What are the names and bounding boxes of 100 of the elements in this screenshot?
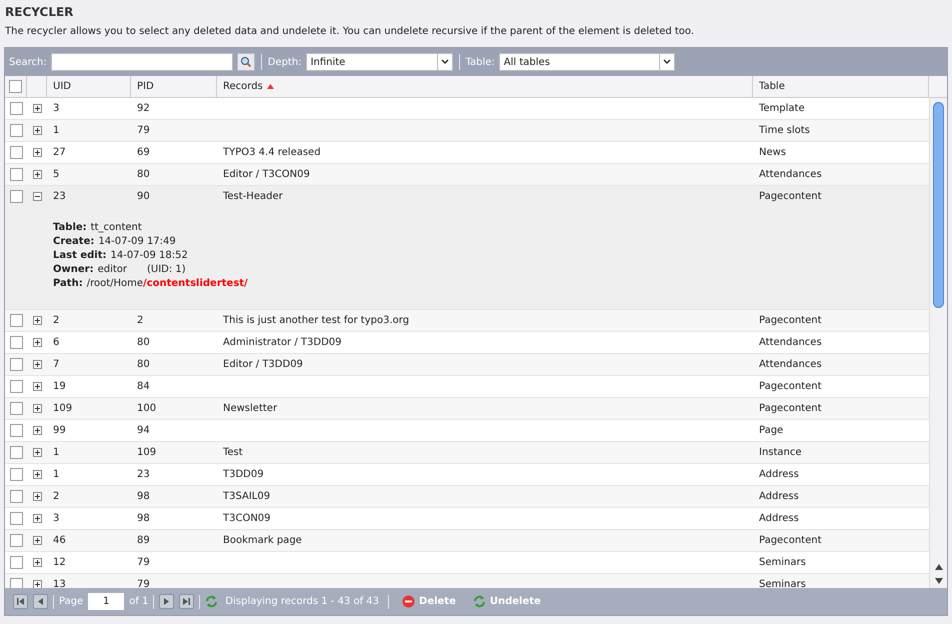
row-checkbox[interactable] xyxy=(9,80,22,93)
expand-icon[interactable] xyxy=(32,360,42,369)
expand-icon[interactable] xyxy=(32,382,42,391)
row-checkbox[interactable] xyxy=(10,578,22,588)
row-checkbox[interactable] xyxy=(10,424,22,437)
search-field[interactable] xyxy=(50,53,233,71)
table-row[interactable]: 46 89 Bookmark page Pagecontent xyxy=(5,530,929,552)
table-row[interactable]: 2 98 T3SAIL09 Address xyxy=(5,486,929,508)
chevron-down-icon xyxy=(440,59,449,65)
row-checkbox[interactable] xyxy=(10,490,22,503)
pid-cell: 79 xyxy=(137,125,150,136)
row-checkbox[interactable] xyxy=(10,380,22,393)
expand-icon[interactable] xyxy=(32,470,42,479)
expand-icon[interactable] xyxy=(32,514,42,523)
triangle-right-icon xyxy=(162,597,172,606)
expand-icon[interactable] xyxy=(32,448,42,457)
column-header[interactable]: PID xyxy=(131,76,217,97)
pid-cell: 23 xyxy=(137,469,150,480)
expand-icon[interactable] xyxy=(32,104,42,113)
next-page-button[interactable] xyxy=(159,594,174,609)
scroll-down-icon[interactable] xyxy=(934,578,942,584)
expand-icon[interactable] xyxy=(32,492,42,501)
chevron-down-icon xyxy=(662,59,671,65)
row-checkbox[interactable] xyxy=(10,358,22,371)
page-count: of 1 xyxy=(129,595,148,609)
path-highlight: /contentslidertest/ xyxy=(143,277,248,291)
table-cell: Pagecontent xyxy=(759,403,822,414)
uid-cell: 7 xyxy=(53,359,60,370)
collapse-icon[interactable] xyxy=(32,192,42,201)
expand-icon[interactable] xyxy=(32,148,42,157)
expand-icon[interactable] xyxy=(32,580,42,588)
row-checkbox[interactable] xyxy=(10,146,22,159)
expand-icon[interactable] xyxy=(32,316,42,325)
row-checkbox[interactable] xyxy=(10,534,22,547)
table-row[interactable]: 5 80 Editor / T3CON09 Attendances xyxy=(5,164,929,186)
table-dropdown[interactable]: All tables xyxy=(498,53,675,71)
table-row[interactable]: 23 90 Test-Header Pagecontent Table: tt_content Create: 14-07-09 17:49 Last edit: 14-07-09 18:52 Owner: editor (UID: 1) Path: /root/Home/contentslidertest/ xyxy=(5,186,929,310)
scrollbar-thumb[interactable] xyxy=(933,102,944,308)
expand-icon[interactable] xyxy=(32,338,42,347)
page-title: RECYCLER xyxy=(5,5,74,19)
detail-note: (UID: 1) xyxy=(147,263,186,277)
detail-value: 14-07-09 17:49 xyxy=(98,235,176,249)
scroll-up-icon[interactable] xyxy=(934,564,942,570)
search-button[interactable] xyxy=(236,53,255,71)
row-checkbox[interactable] xyxy=(10,446,22,459)
uid-cell: 5 xyxy=(53,169,60,180)
pid-cell: 2 xyxy=(137,315,144,326)
row-checkbox[interactable] xyxy=(10,124,22,137)
table-row[interactable]: 7 80 Editor / T3DD09 Attendances xyxy=(5,354,929,376)
row-checkbox[interactable] xyxy=(10,512,22,525)
expand-icon[interactable] xyxy=(32,558,42,567)
column-header[interactable]: Records xyxy=(217,76,753,97)
row-checkbox[interactable] xyxy=(10,102,22,115)
table-cell: Pagecontent xyxy=(759,381,822,392)
first-page-button[interactable] xyxy=(13,594,28,609)
table-cell: News xyxy=(759,147,786,158)
detail-value: 14-07-09 18:52 xyxy=(110,249,188,263)
record-cell: Newsletter xyxy=(223,403,278,414)
column-header[interactable]: UID xyxy=(47,76,131,97)
row-checkbox[interactable] xyxy=(10,402,22,415)
record-cell: T3DD09 xyxy=(223,469,264,480)
table-row[interactable]: 1 109 Test Instance xyxy=(5,442,929,464)
description-text: The recycler allows you to select any deleted data and undelete it. You can undelete recursive if the parent of the element is deleted too. xyxy=(5,25,696,39)
table-row[interactable]: 1 79 Time slots xyxy=(5,120,929,142)
table-row[interactable]: 2 2 This is just another test for typo3.org Pagecontent xyxy=(5,310,929,332)
row-checkbox[interactable] xyxy=(10,168,22,181)
pid-cell: 79 xyxy=(137,557,150,568)
record-cell: Editor / T3DD09 xyxy=(223,359,303,370)
pid-cell: 69 xyxy=(137,147,150,158)
detail-value: tt_content xyxy=(90,221,142,235)
row-checkbox[interactable] xyxy=(10,336,22,349)
table-cell: Instance xyxy=(759,447,802,458)
record-cell: Test-Header xyxy=(223,191,283,202)
expand-icon[interactable] xyxy=(32,126,42,135)
row-checkbox[interactable] xyxy=(10,314,22,327)
uid-cell: 13 xyxy=(53,579,66,588)
record-cell: Editor / T3CON09 xyxy=(223,169,310,180)
record-cell: This is just another test for typo3.org xyxy=(223,315,410,326)
expand-icon[interactable] xyxy=(32,536,42,545)
last-page-button[interactable] xyxy=(179,594,194,609)
row-checkbox[interactable] xyxy=(10,468,22,481)
row-checkbox[interactable] xyxy=(10,190,22,203)
table-row[interactable]: 13 79 Seminars xyxy=(5,574,929,588)
table-cell: Attendances xyxy=(759,359,822,370)
page-input[interactable]: 1 xyxy=(88,593,124,610)
detail-label: Table: xyxy=(53,221,87,235)
expand-icon[interactable] xyxy=(32,426,42,435)
depth-label: Depth: xyxy=(268,56,302,70)
detail-label: Create: xyxy=(53,235,94,249)
expand-icon[interactable] xyxy=(32,404,42,413)
previous-page-button[interactable] xyxy=(33,594,48,609)
record-cell: T3CON09 xyxy=(223,513,271,524)
row-checkbox[interactable] xyxy=(10,556,22,569)
scrollbar[interactable] xyxy=(929,98,947,588)
depth-dropdown[interactable]: Infinite xyxy=(306,53,453,71)
table-cell: Pagecontent xyxy=(759,315,822,326)
table-cell: Seminars xyxy=(759,579,806,588)
column-header[interactable]: Table xyxy=(753,76,929,97)
expand-icon[interactable] xyxy=(32,170,42,179)
table-row[interactable]: 109 100 Newsletter Pagecontent xyxy=(5,398,929,420)
